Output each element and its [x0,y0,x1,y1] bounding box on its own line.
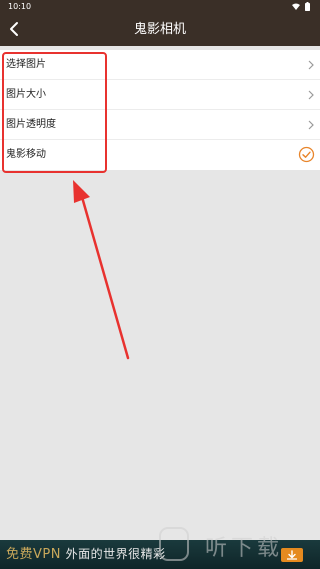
ad-text-free: 免费 [6,547,34,562]
ad-text: 免费VPN 外面的世界很精彩 [6,540,166,569]
check-circle-icon[interactable] [298,146,315,163]
highlight-box [2,52,107,173]
status-time: 10:10 [8,2,32,11]
app-bar: 鬼影相机 [0,13,320,46]
app-title: 鬼影相机 [133,22,186,37]
watermark: 听下载 [155,520,320,569]
ad-text-vpn: VPN [33,547,61,562]
chevron-right-icon [308,60,314,70]
chevron-right-icon [308,90,314,100]
watermark-text: 听下载 [205,536,284,561]
annotation-arrow [73,180,130,360]
status-bar: 10:10 [0,0,320,13]
chevron-right-icon [308,120,314,130]
ad-text-slogan: 外面的世界很精彩 [65,547,166,561]
wifi-battery-icon [292,2,310,11]
watermark-logo-icon [159,527,189,561]
